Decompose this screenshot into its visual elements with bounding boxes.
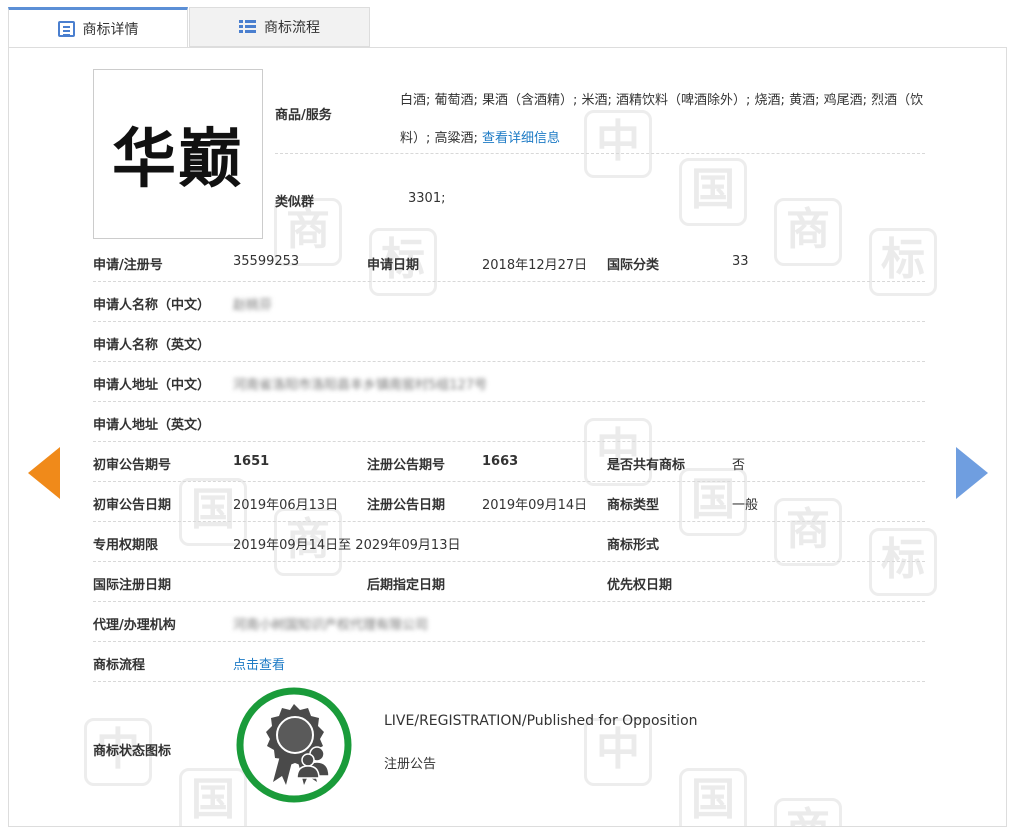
tab-label: 商标详情 [82, 22, 139, 38]
reg-pub-date-value: 2019年09月14日 [482, 498, 588, 513]
watermark-char: 标 [869, 228, 937, 296]
apply-date-value: 2018年12月27日 [482, 258, 588, 273]
prelim-no-value: 1651 [233, 454, 270, 469]
divider [93, 521, 925, 522]
watermark-char: 商 [774, 498, 842, 566]
priority-date-label: 优先权日期 [607, 578, 673, 593]
previous-arrow-button[interactable] [28, 447, 60, 499]
shared-label: 是否共有商标 [607, 458, 686, 473]
address-cn-value: 河南省洛阳市洛阳县丰乡镇南窖村5组127号 [233, 378, 488, 393]
applicant-cn-value: 赵桃芬 [233, 298, 273, 313]
goods-label: 商品/服务 [275, 108, 332, 123]
divider [93, 441, 925, 442]
address-cn-label: 申请人地址（中文） [93, 378, 211, 393]
divider [93, 601, 925, 602]
watermark-char: 商 [774, 798, 842, 826]
divider [93, 481, 925, 482]
trademark-logo-text: 华巅 [112, 123, 244, 197]
tm-type-value: 一般 [732, 498, 759, 513]
watermark-char: 中 [584, 418, 652, 486]
status-en-text: LIVE/REGISTRATION/Published for Oppositi… [384, 713, 698, 729]
list-icon [239, 19, 256, 35]
tab-label: 商标流程 [264, 20, 320, 36]
intl-class-value: 33 [732, 254, 749, 269]
exclusive-value: 2019年09月14日至 2029年09月13日 [233, 538, 461, 553]
agent-label: 代理/办理机构 [93, 618, 176, 633]
applicant-cn-label: 申请人名称（中文） [93, 298, 211, 313]
goods-value: 白酒; 葡萄酒; 果酒（含酒精）; 米酒; 酒精饮料（啤酒除外）; 烧酒; 黄酒… [400, 82, 925, 158]
watermark-char: 国 [679, 768, 747, 826]
tm-type-label: 商标类型 [607, 498, 660, 513]
exclusive-label: 专用权期限 [93, 538, 159, 553]
intl-class-label: 国际分类 [607, 258, 660, 273]
similar-group-label: 类似群 [275, 195, 315, 210]
shared-value: 否 [732, 458, 746, 473]
reg-pub-no-value: 1663 [482, 454, 519, 469]
later-designation-label: 后期指定日期 [367, 578, 446, 593]
tm-form-label: 商标形式 [607, 538, 660, 553]
intl-reg-date-label: 国际注册日期 [93, 578, 172, 593]
divider [93, 641, 925, 642]
status-cn-text: 注册公告 [384, 757, 437, 772]
next-arrow-button[interactable] [956, 447, 988, 499]
reg-pub-date-label: 注册公告日期 [367, 498, 446, 513]
address-en-label: 申请人地址（英文） [93, 418, 211, 433]
similar-group-value: 3301; [408, 191, 446, 206]
apply-date-label: 申请日期 [367, 258, 420, 273]
view-details-link[interactable]: 查看详细信息 [482, 131, 560, 146]
prelim-date-value: 2019年06月13日 [233, 498, 339, 513]
watermark-char: 标 [869, 528, 937, 596]
reg-no-value: 35599253 [233, 254, 300, 269]
flow-label: 商标流程 [93, 658, 146, 673]
divider [93, 401, 925, 402]
reg-pub-no-label: 注册公告期号 [367, 458, 446, 473]
agent-value: 河南小树国知识产权代理有限公司 [233, 618, 429, 633]
reg-no-label: 申请/注册号 [93, 258, 163, 273]
view-flow-link[interactable]: 点击查看 [233, 654, 285, 673]
divider [275, 153, 925, 154]
trademark-image: 华巅 [93, 69, 263, 239]
divider [93, 561, 925, 562]
applicant-en-label: 申请人名称（英文） [93, 338, 211, 353]
prelim-date-label: 初审公告日期 [93, 498, 172, 513]
tab-bar: 商标详情 商标流程 [8, 7, 1008, 48]
goods-text: 白酒; 葡萄酒; 果酒（含酒精）; 米酒; 酒精饮料（啤酒除外）; 烧酒; 黄酒… [400, 93, 924, 146]
tab-trademark-detail[interactable]: 商标详情 [8, 7, 188, 48]
divider [93, 681, 925, 682]
document-list-icon [57, 21, 75, 37]
divider [93, 321, 925, 322]
divider [93, 361, 925, 362]
tab-trademark-flow[interactable]: 商标流程 [189, 7, 370, 47]
watermark-char: 商 [774, 198, 842, 266]
status-icon-label: 商标状态图标 [93, 744, 172, 759]
divider [93, 281, 925, 282]
registration-status-icon [236, 687, 352, 803]
prelim-no-label: 初审公告期号 [93, 458, 172, 473]
watermark-char: 国 [679, 158, 747, 226]
